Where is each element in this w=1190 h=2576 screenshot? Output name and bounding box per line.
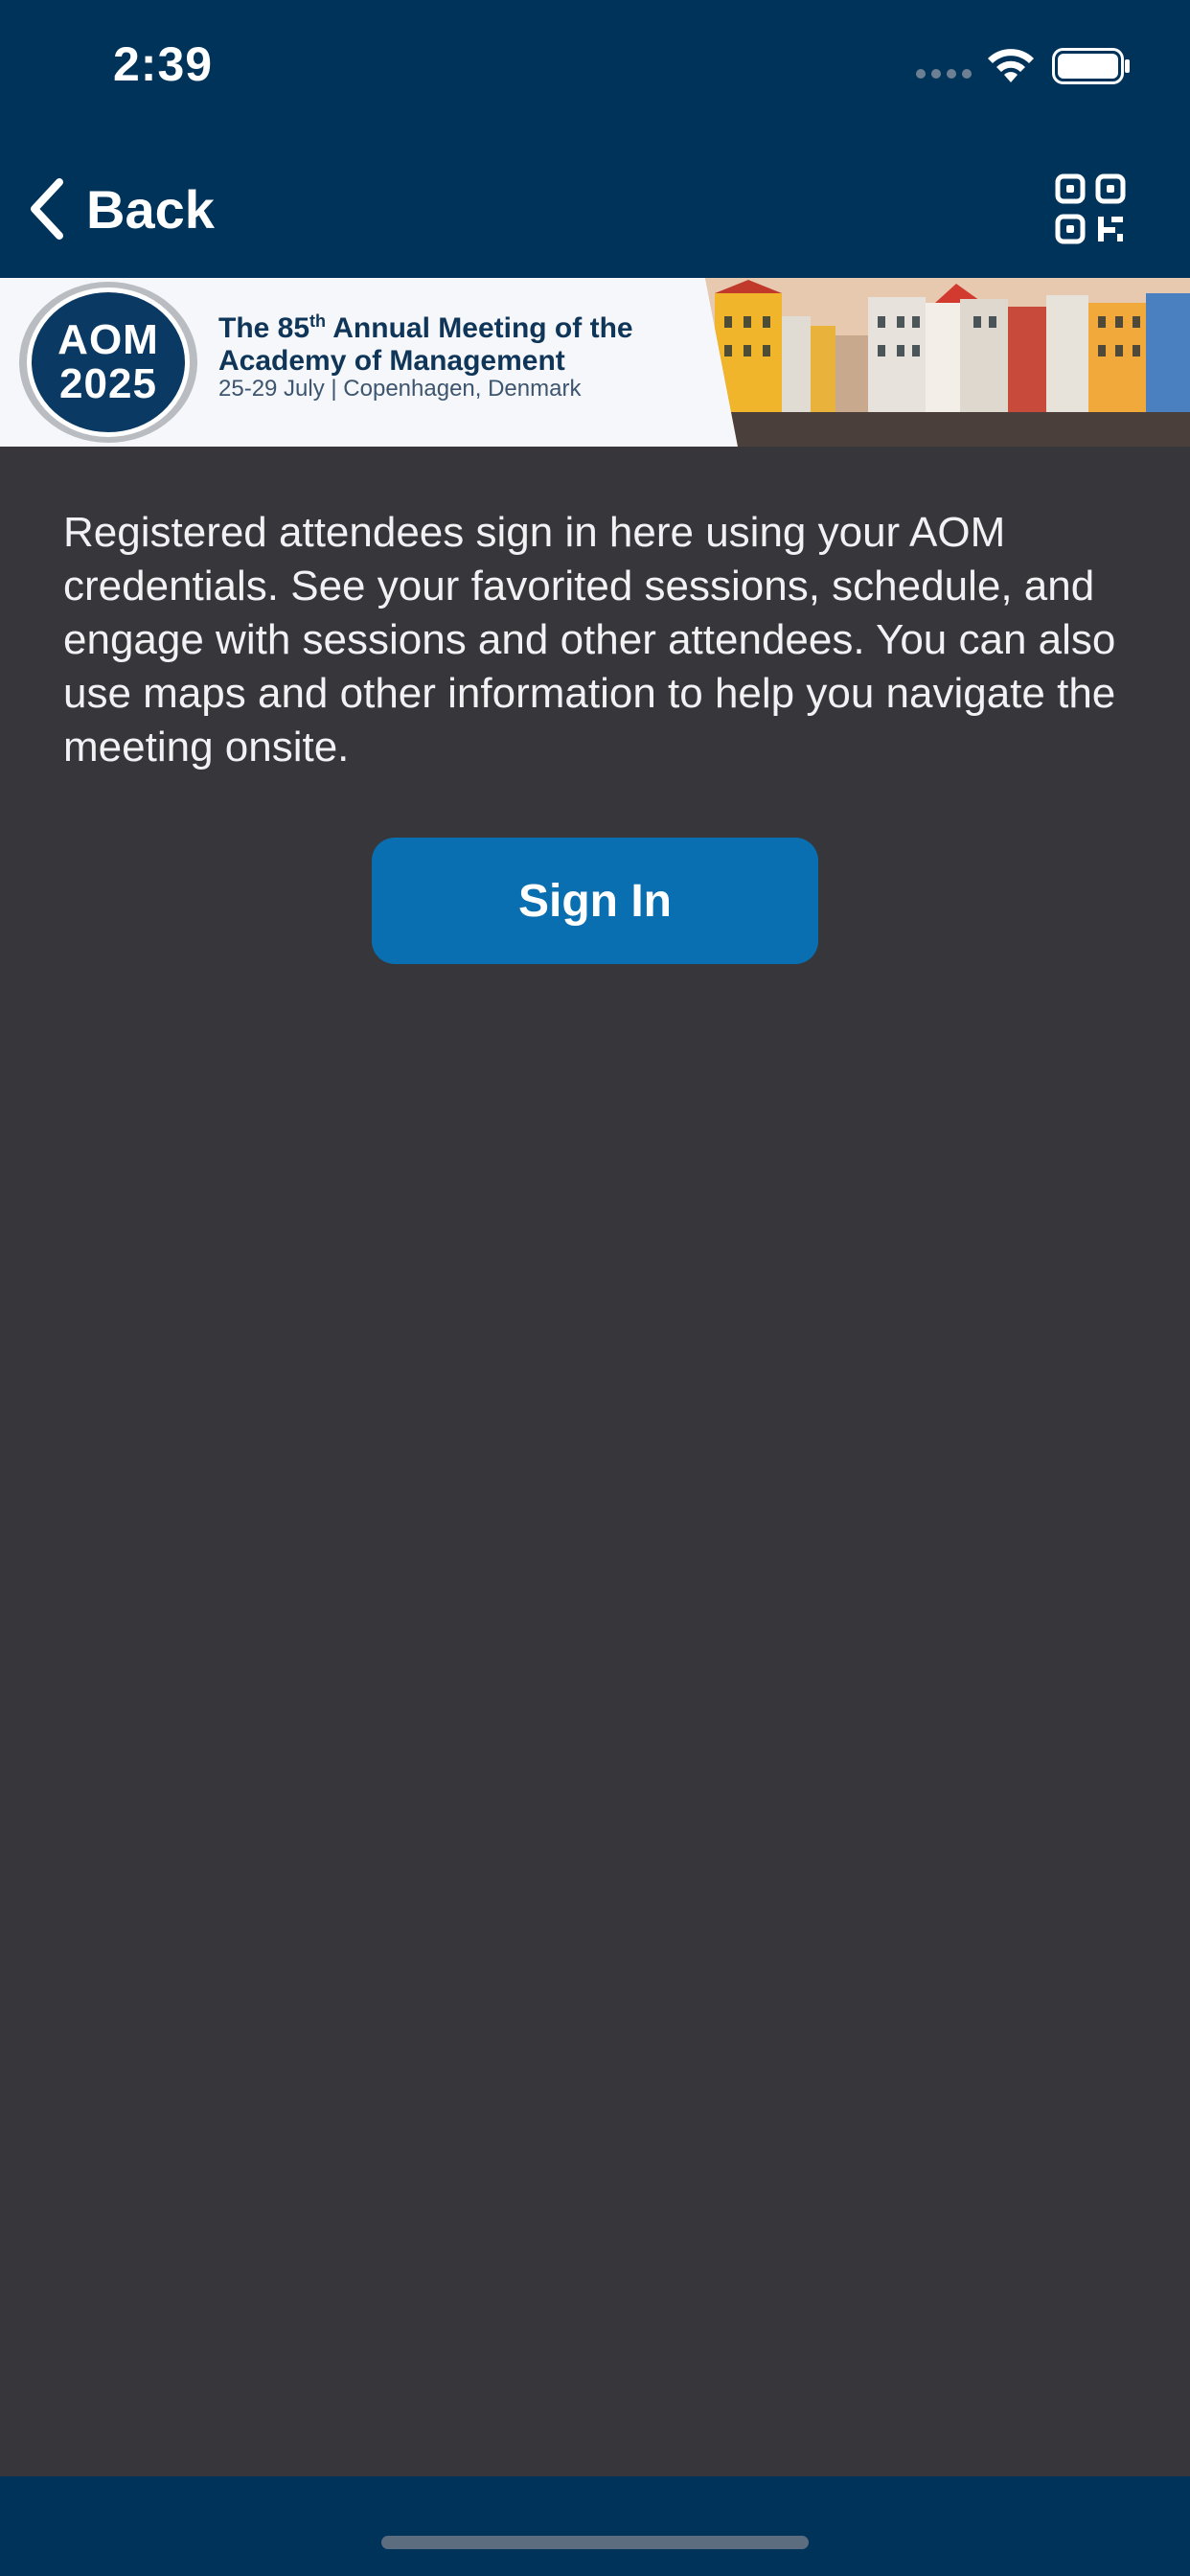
back-button[interactable]: Back [25,172,215,245]
sign-in-button[interactable]: Sign In [372,838,818,964]
meeting-banner: AOM 2025 The 85th Annual Meeting of the … [0,278,1190,447]
status-time: 2:39 [113,37,214,91]
battery-icon [1052,48,1130,84]
cellular-signal-icon [916,69,972,82]
header-bar: 2:39 Back [0,0,1190,278]
bottom-bar [0,2476,1190,2576]
screen: 2:39 Back AOM 2025 The 85th Annual Meeti… [0,0,1190,2576]
wifi-icon [988,49,1034,82]
back-label: Back [86,178,215,240]
signin-intro-text: Registered attendees sign in here using … [63,509,1116,770]
chevron-left-icon [31,178,63,240]
qr-code-icon[interactable] [1054,172,1127,245]
banner-title: The 85th Annual Meeting of the Academy o… [218,311,633,377]
aom-logo: AOM 2025 [27,288,190,437]
copenhagen-photo [705,278,1190,447]
home-indicator[interactable] [381,2536,809,2549]
banner-subtitle: 25-29 July | Copenhagen, Denmark [218,376,582,402]
